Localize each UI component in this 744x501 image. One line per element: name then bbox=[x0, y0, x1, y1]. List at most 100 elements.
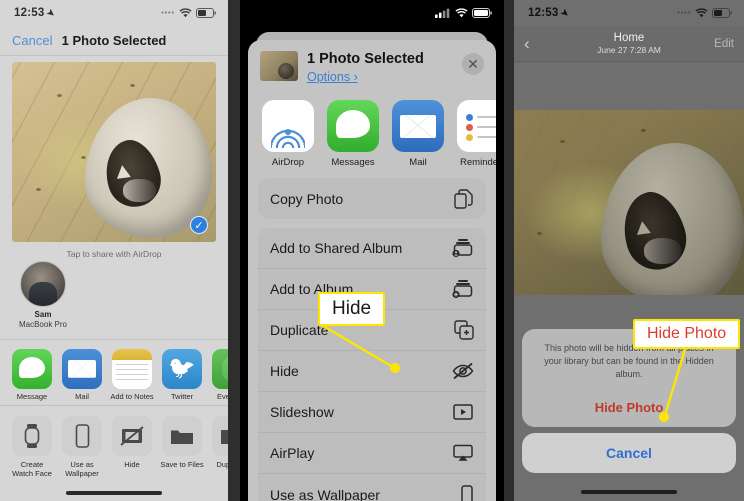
screenshot-stage: 12:53 ➤ •••• Cancel 1 Photo Selected ✓ T… bbox=[0, 0, 744, 501]
options-link[interactable]: Options › bbox=[307, 70, 358, 84]
status-right-panel1: •••• bbox=[161, 8, 216, 18]
hide-photo-button[interactable]: Hide Photo bbox=[536, 387, 722, 427]
panel-hide-confirmation: 12:53 ➤ •••• ‹ Home June 27 7:28 AM Edit… bbox=[514, 0, 744, 501]
status-time: 12:53 bbox=[14, 7, 45, 19]
share-apps-row[interactable]: Message Mail Add to Notes Twitter Everno… bbox=[0, 340, 228, 407]
mail-app-icon bbox=[62, 348, 102, 389]
status-bar-panel3: 12:53 ➤ •••• bbox=[514, 0, 744, 26]
action-hide[interactable]: Hide bbox=[110, 416, 154, 478]
wood-knot bbox=[640, 128, 646, 132]
twitter-app-icon bbox=[162, 348, 202, 389]
status-right-panel2 bbox=[435, 8, 492, 18]
messages-app-icon bbox=[327, 100, 379, 153]
menu-item-label: Add to Shared Album bbox=[270, 240, 403, 257]
avatar bbox=[20, 261, 66, 307]
share-app-twitter[interactable]: Twitter bbox=[160, 348, 204, 402]
share-target-reminders[interactable]: Reminders bbox=[455, 100, 496, 168]
copy-icon bbox=[450, 188, 474, 210]
share-sheet: 1 Photo Selected Options › ✕ AirDrop Mes… bbox=[248, 40, 496, 501]
menu-item-copy-photo[interactable]: Copy Photo bbox=[258, 178, 486, 219]
share-app-message[interactable]: Message bbox=[10, 348, 54, 402]
share-app-evernote[interactable]: Evernote bbox=[210, 348, 228, 402]
airplay-icon bbox=[450, 442, 474, 464]
location-arrow-icon: ➤ bbox=[559, 6, 572, 19]
messages-app-icon bbox=[12, 348, 52, 389]
menu-item-label: Copy Photo bbox=[270, 190, 344, 207]
share-sheet-apps-row[interactable]: AirDrop Messages Mail Reminders bbox=[248, 96, 496, 178]
share-target-messages[interactable]: Messages bbox=[325, 100, 381, 168]
wifi-icon bbox=[695, 8, 708, 18]
share-app-label: Message bbox=[16, 391, 48, 401]
cat-body bbox=[644, 237, 682, 264]
battery-icon bbox=[712, 8, 732, 18]
action-save-to-files[interactable]: Save to Files bbox=[160, 416, 204, 478]
status-left-panel3: 12:53 ➤ bbox=[528, 6, 572, 19]
phone-icon bbox=[62, 416, 102, 457]
wallpaper-icon bbox=[450, 484, 474, 501]
menu-item-add-to-shared-album[interactable]: Add to Shared Album bbox=[258, 228, 486, 270]
cat-ear bbox=[634, 220, 651, 236]
wood-knot bbox=[130, 83, 136, 87]
airdrop-recipient-name: Sam bbox=[34, 310, 52, 319]
action-label: Create Watch Face bbox=[12, 460, 52, 479]
share-sheet-title: 1 Photo Selected bbox=[307, 51, 424, 67]
status-bar-panel1: 12:53 ➤ •••• bbox=[0, 0, 228, 26]
panel3-title-block: Home June 27 7:28 AM bbox=[514, 32, 744, 55]
status-right-panel3: •••• bbox=[677, 8, 732, 18]
airdrop-icon bbox=[262, 100, 314, 153]
action-duplicate[interactable]: Duplicate bbox=[210, 416, 228, 478]
action-label: Save to Files bbox=[160, 460, 204, 470]
panel1-body: Cancel 1 Photo Selected ✓ Tap to share w… bbox=[0, 26, 228, 501]
options-label: Options bbox=[307, 70, 351, 85]
action-label: Hide bbox=[124, 460, 140, 470]
panel3-dimmed-gap bbox=[514, 62, 744, 110]
photo-thumbnail[interactable] bbox=[260, 51, 298, 81]
wood-knot bbox=[560, 139, 565, 143]
cat-body bbox=[123, 179, 157, 202]
wood-knot bbox=[81, 155, 87, 159]
panel3-body: ‹ Home June 27 7:28 AM Edit This photo w… bbox=[514, 26, 744, 501]
selected-checkmark-badge: ✓ bbox=[190, 216, 208, 234]
cancel-button[interactable]: Cancel bbox=[522, 433, 736, 473]
menu-item-hide[interactable]: Hide bbox=[258, 351, 486, 393]
location-arrow-icon: ➤ bbox=[45, 6, 58, 19]
close-icon[interactable]: ✕ bbox=[462, 53, 484, 75]
panel-divider bbox=[228, 0, 240, 501]
share-target-mail[interactable]: Mail bbox=[390, 100, 446, 168]
page-title: 1 Photo Selected bbox=[61, 33, 167, 48]
folder-icon bbox=[162, 416, 202, 457]
airdrop-recipient[interactable]: Sam MacBook Pro bbox=[14, 261, 72, 331]
share-sheet-header: 1 Photo Selected Options › ✕ bbox=[248, 40, 496, 96]
action-create-watch-face[interactable]: Create Watch Face bbox=[10, 416, 54, 478]
share-app-label: Add to Notes bbox=[110, 391, 154, 401]
menu-item-slideshow[interactable]: Slideshow bbox=[258, 392, 486, 434]
cat-ear bbox=[114, 164, 131, 180]
share-menu-group-copy: Copy Photo bbox=[258, 178, 486, 220]
mail-app-icon bbox=[392, 100, 444, 153]
share-target-airdrop[interactable]: AirDrop bbox=[260, 100, 316, 168]
callout-hide-text: Hide bbox=[332, 298, 372, 319]
evernote-app-icon bbox=[212, 348, 228, 389]
menu-item-airplay[interactable]: AirPlay bbox=[258, 433, 486, 475]
action-label: Duplicate bbox=[216, 460, 228, 470]
airdrop-hint-text: Tap to share with AirDrop bbox=[66, 249, 162, 259]
wifi-icon bbox=[455, 8, 468, 18]
hide-photo-action-sheet: This photo will be hidden from all place… bbox=[522, 328, 736, 473]
slideshow-icon bbox=[450, 401, 474, 423]
callout-hide: Hide bbox=[318, 292, 386, 326]
photo-view[interactable] bbox=[514, 110, 744, 295]
chevron-right-icon: › bbox=[353, 70, 358, 85]
share-app-mail[interactable]: Mail bbox=[60, 348, 104, 402]
home-indicator bbox=[581, 490, 677, 494]
action-use-as-wallpaper[interactable]: Use as Wallpaper bbox=[60, 416, 104, 478]
page-title: Home bbox=[613, 32, 645, 44]
panel-divider bbox=[504, 0, 514, 501]
menu-item-label: AirPlay bbox=[270, 445, 315, 462]
share-actions-row[interactable]: Create Watch Face Use as Wallpaper Hide bbox=[0, 406, 228, 484]
action-label: Use as Wallpaper bbox=[65, 460, 99, 479]
share-app-notes[interactable]: Add to Notes bbox=[110, 348, 154, 402]
selected-photo-preview[interactable]: ✓ bbox=[12, 62, 216, 242]
cellular-bars-icon bbox=[435, 8, 451, 18]
signal-dots-icon: •••• bbox=[161, 9, 175, 17]
menu-item-use-as-wallpaper[interactable]: Use as Wallpaper bbox=[258, 474, 486, 501]
